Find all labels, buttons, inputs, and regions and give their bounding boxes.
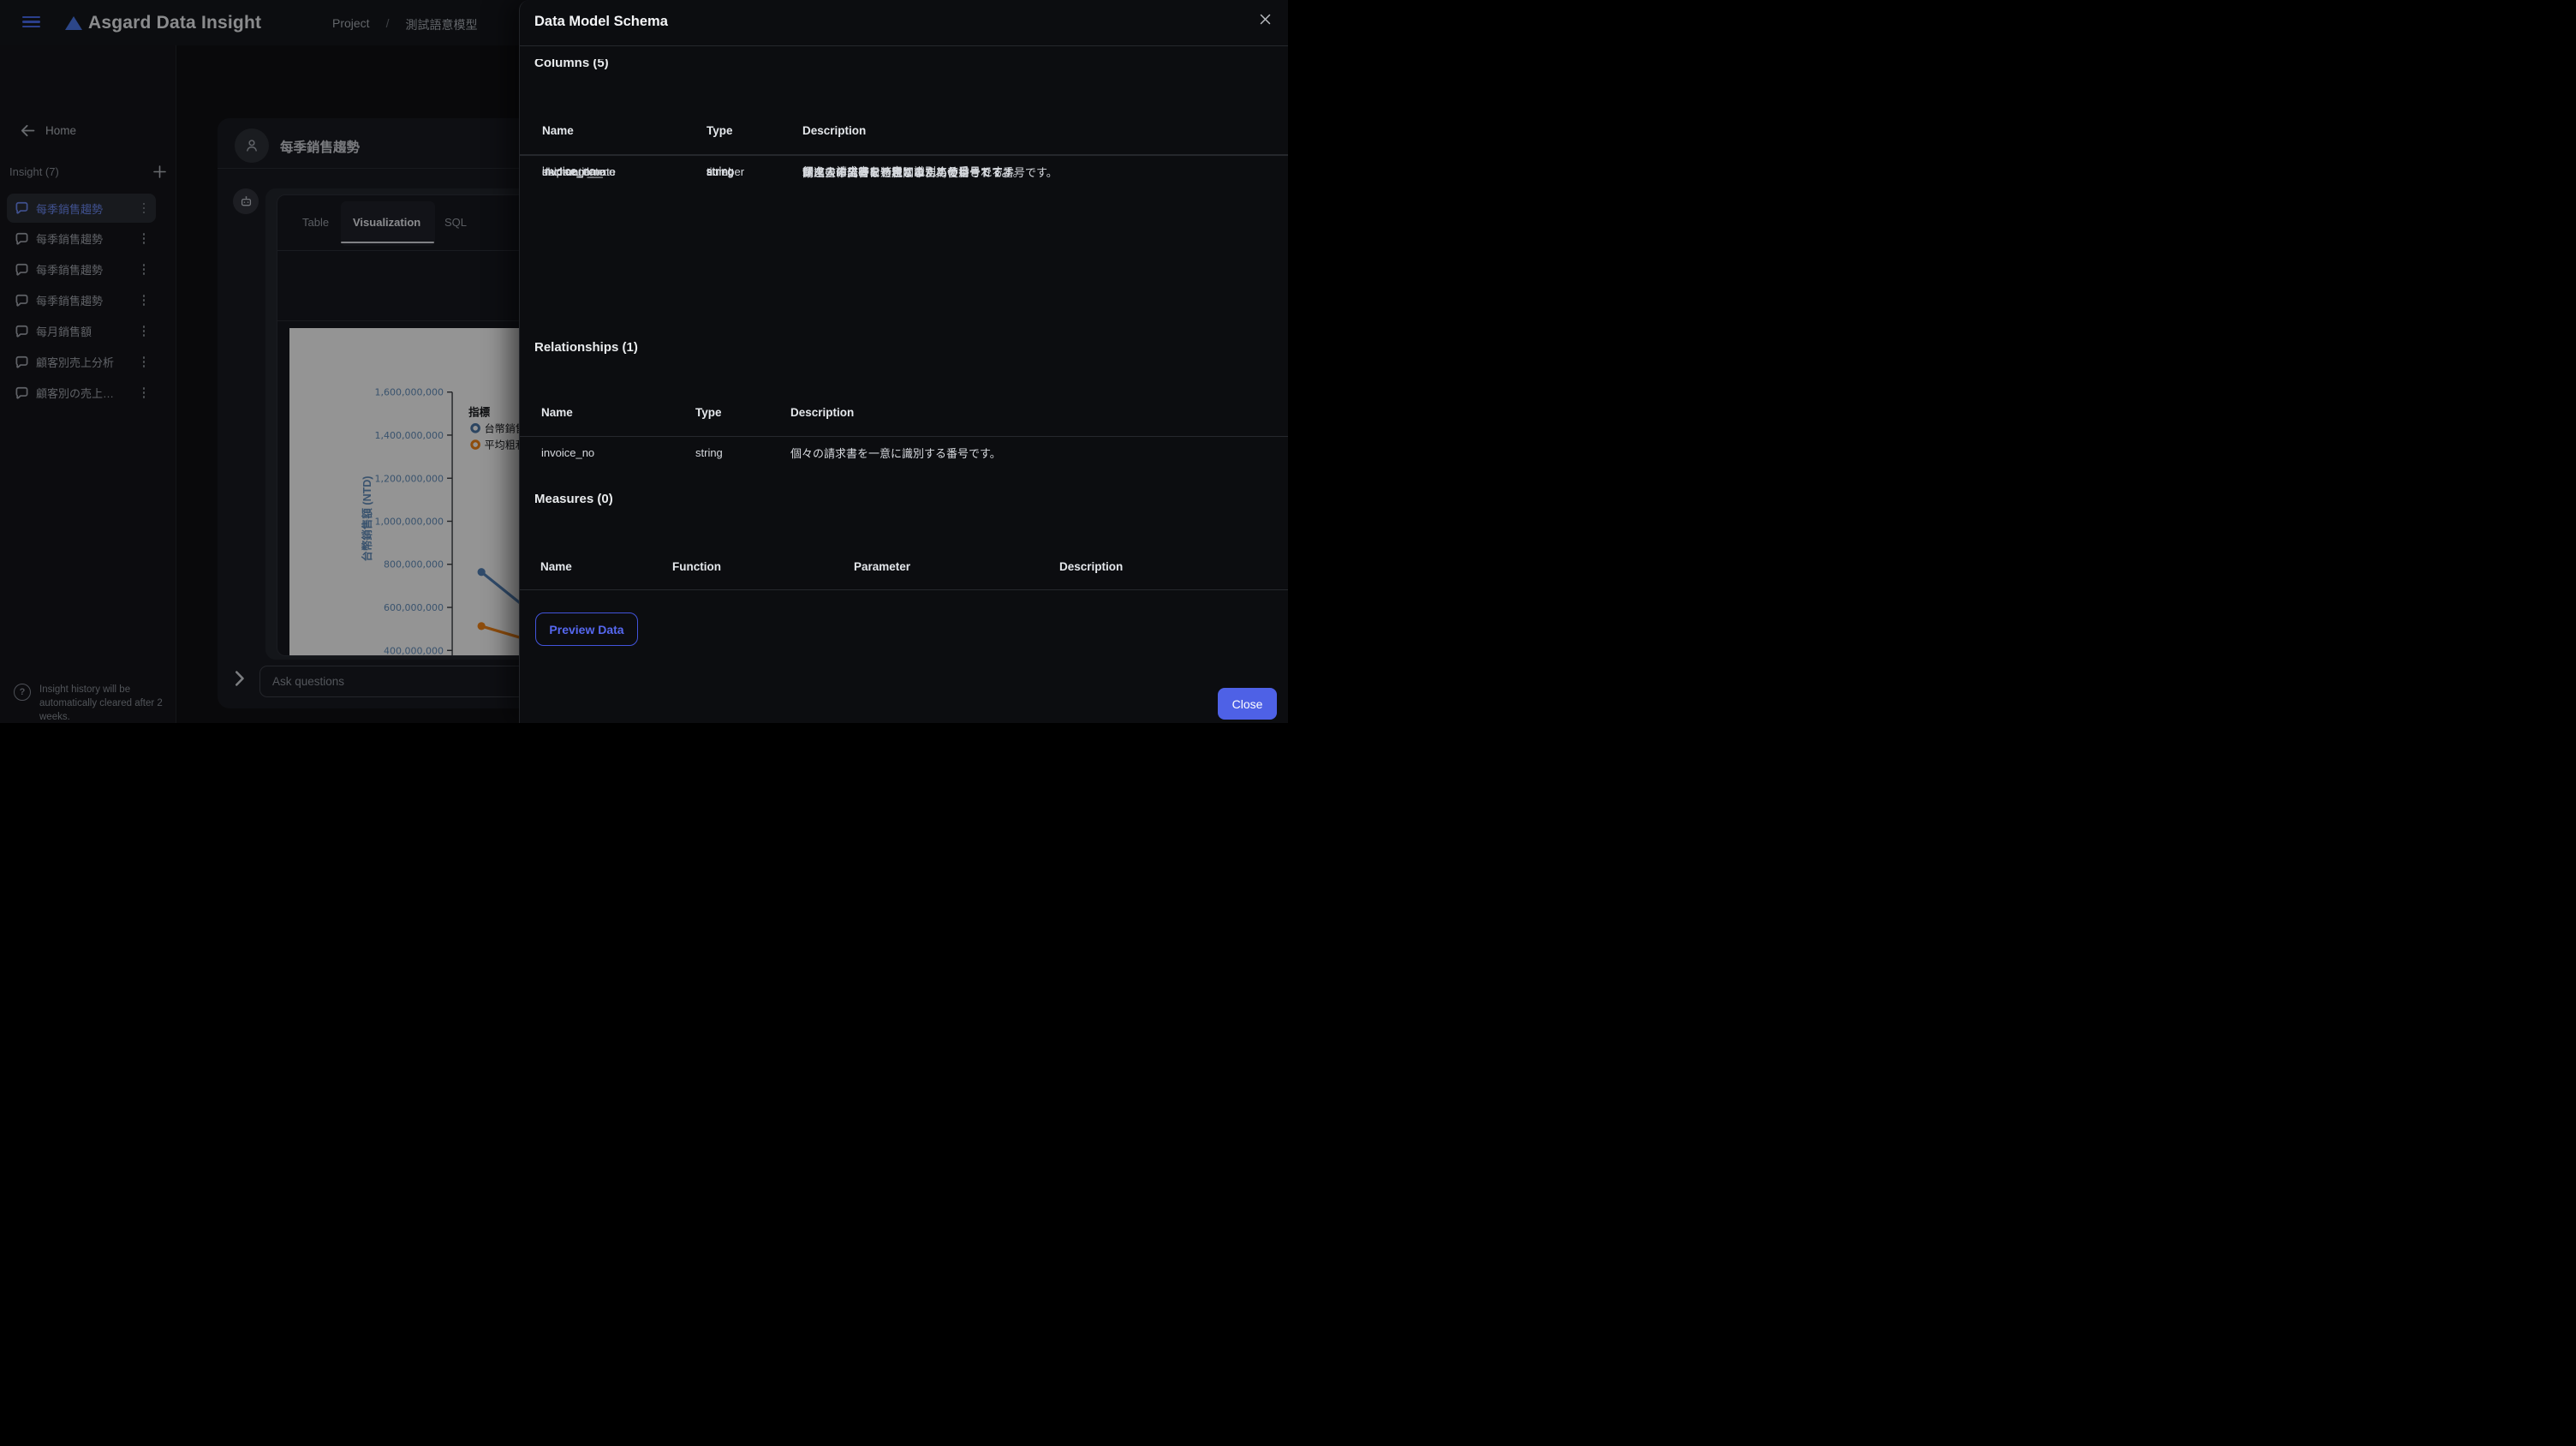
preview-data-button[interactable]: Preview Data <box>535 612 638 646</box>
modal-close-button[interactable] <box>1257 11 1273 27</box>
close-icon <box>1260 14 1270 24</box>
relationships-section-title: Relationships (1) <box>534 340 638 355</box>
columns-section-title: Columns (5) <box>534 59 609 70</box>
app-screen: Asgard Data Insight Project / 測試語意模型 Hom… <box>0 0 1288 723</box>
table-row: exchange_rate number 請求書作成時に適用された為替レートです… <box>520 155 1288 187</box>
close-modal-button[interactable]: Close <box>1218 688 1277 720</box>
modal-title: Data Model Schema <box>534 14 668 29</box>
relationships-table-header: Name Type Description <box>520 389 1288 437</box>
modal-header: Data Model Schema <box>520 0 1288 46</box>
columns-table-header: Name Type Description <box>520 107 1288 155</box>
measures-section-title: Measures (0) <box>534 492 613 506</box>
modal-scroll-area[interactable]: Columns (5) Name Type Description invoic… <box>520 59 1288 723</box>
data-model-schema-modal: Data Model Schema Columns (5) Name Type … <box>519 0 1288 723</box>
measures-table-header: Name Function Parameter Description <box>520 543 1288 590</box>
table-row: invoice_no string 個々の請求書を一意に識別する番号です。 <box>541 446 1001 460</box>
